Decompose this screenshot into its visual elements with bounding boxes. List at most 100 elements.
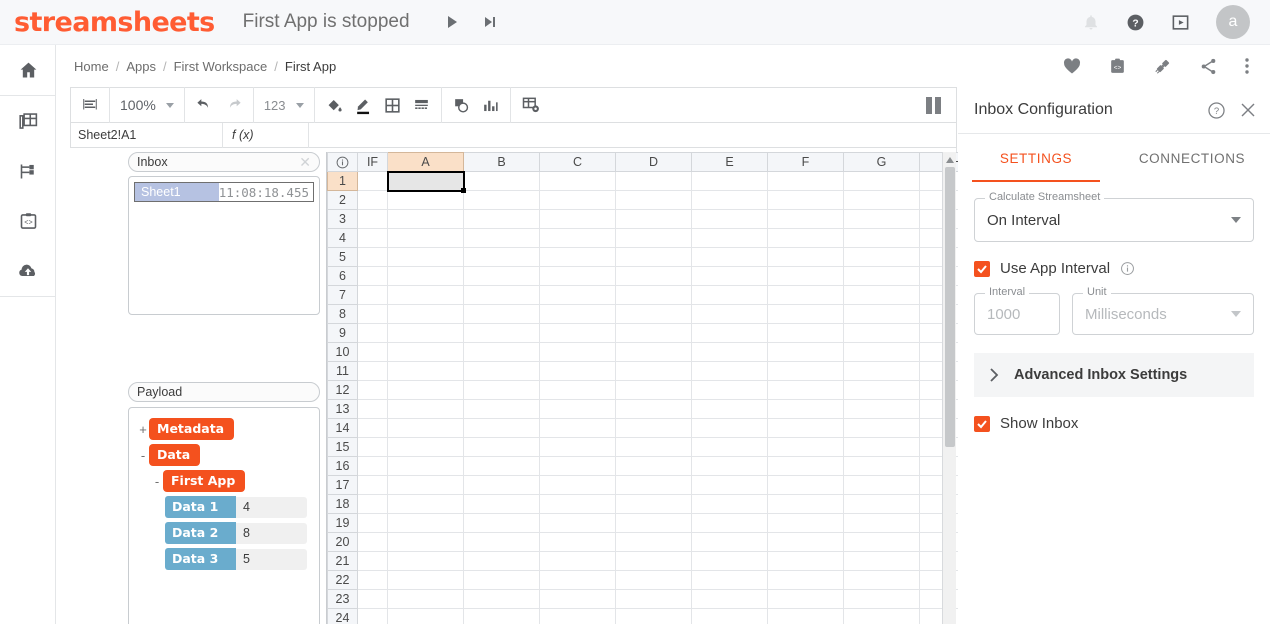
cell-IF9[interactable] xyxy=(357,323,388,343)
cell-G5[interactable] xyxy=(843,247,920,267)
cell-C1[interactable] xyxy=(539,171,616,191)
sidebar-item-code[interactable]: <> xyxy=(0,196,56,246)
cell-E9[interactable] xyxy=(691,323,768,343)
redo-icon[interactable] xyxy=(224,96,243,115)
cell-E4[interactable] xyxy=(691,228,768,248)
row-header-23[interactable]: 23 xyxy=(327,589,358,609)
cell-B21[interactable] xyxy=(463,551,540,571)
cell-D12[interactable] xyxy=(615,380,692,400)
row-header-19[interactable]: 19 xyxy=(327,513,358,533)
cell-G12[interactable] xyxy=(843,380,920,400)
cell-A18[interactable] xyxy=(387,494,464,514)
cell-A6[interactable] xyxy=(387,266,464,286)
code-clipboard-icon[interactable]: <> xyxy=(1108,57,1127,76)
calculate-streamsheet-select[interactable]: Calculate Streamsheet On Interval xyxy=(974,191,1254,242)
scroll-up-arrow-icon[interactable] xyxy=(943,152,957,167)
row-header-14[interactable]: 14 xyxy=(327,418,358,438)
cell-E21[interactable] xyxy=(691,551,768,571)
cell-D3[interactable] xyxy=(615,209,692,229)
cell-C23[interactable] xyxy=(539,589,616,609)
chevron-down-icon[interactable] xyxy=(1231,311,1241,317)
cell-G18[interactable] xyxy=(843,494,920,514)
row-header-13[interactable]: 13 xyxy=(327,399,358,419)
cell-F20[interactable] xyxy=(767,532,844,552)
tree-node-first-app[interactable]: - First App xyxy=(129,468,319,494)
play-icon[interactable] xyxy=(444,14,460,30)
cell-IF5[interactable] xyxy=(357,247,388,267)
bell-icon[interactable] xyxy=(1082,13,1100,31)
cell-IF6[interactable] xyxy=(357,266,388,286)
cell-IF17[interactable] xyxy=(357,475,388,495)
cell-F5[interactable] xyxy=(767,247,844,267)
cell-G23[interactable] xyxy=(843,589,920,609)
cell-D2[interactable] xyxy=(615,190,692,210)
cell-G17[interactable] xyxy=(843,475,920,495)
cell-D13[interactable] xyxy=(615,399,692,419)
insert-chart-icon[interactable] xyxy=(481,96,500,115)
cell-F24[interactable] xyxy=(767,608,844,624)
cell-B19[interactable] xyxy=(463,513,540,533)
avatar[interactable]: a xyxy=(1216,5,1250,39)
cell-F22[interactable] xyxy=(767,570,844,590)
cell-IF20[interactable] xyxy=(357,532,388,552)
row-header-4[interactable]: 4 xyxy=(327,228,358,248)
cell-B17[interactable] xyxy=(463,475,540,495)
chevron-down-icon[interactable] xyxy=(1231,217,1241,223)
cell-E13[interactable] xyxy=(691,399,768,419)
cell-D7[interactable] xyxy=(615,285,692,305)
column-header-b[interactable]: B xyxy=(463,152,540,172)
cell-D1[interactable] xyxy=(615,171,692,191)
cell-A17[interactable] xyxy=(387,475,464,495)
cell-F10[interactable] xyxy=(767,342,844,362)
cell-A16[interactable] xyxy=(387,456,464,476)
cell-E7[interactable] xyxy=(691,285,768,305)
cell-IF22[interactable] xyxy=(357,570,388,590)
show-inbox-row[interactable]: Show Inbox xyxy=(974,415,1254,432)
row-header-11[interactable]: 11 xyxy=(327,361,358,381)
cell-B5[interactable] xyxy=(463,247,540,267)
cell-A7[interactable] xyxy=(387,285,464,305)
cell-G6[interactable] xyxy=(843,266,920,286)
column-header-f[interactable]: F xyxy=(767,152,844,172)
cell-E10[interactable] xyxy=(691,342,768,362)
cell-E14[interactable] xyxy=(691,418,768,438)
cell-F1[interactable] xyxy=(767,171,844,191)
sidebar-item-streams[interactable] xyxy=(0,146,56,196)
cell-F9[interactable] xyxy=(767,323,844,343)
cell-E8[interactable] xyxy=(691,304,768,324)
cell-C16[interactable] xyxy=(539,456,616,476)
cell-F6[interactable] xyxy=(767,266,844,286)
tree-toggle-icon[interactable]: + xyxy=(137,422,149,437)
cell-IF13[interactable] xyxy=(357,399,388,419)
row-header-10[interactable]: 10 xyxy=(327,342,358,362)
cell-F19[interactable] xyxy=(767,513,844,533)
cell-C20[interactable] xyxy=(539,532,616,552)
cell-A23[interactable] xyxy=(387,589,464,609)
cell-E20[interactable] xyxy=(691,532,768,552)
cell-D10[interactable] xyxy=(615,342,692,362)
cell-B23[interactable] xyxy=(463,589,540,609)
help-icon[interactable]: ? xyxy=(1126,13,1145,32)
cell-B24[interactable] xyxy=(463,608,540,624)
cell-A10[interactable] xyxy=(387,342,464,362)
use-app-interval-checkbox[interactable] xyxy=(974,260,990,277)
inbox-message-list[interactable]: Sheet1 11:08:18.455 xyxy=(128,176,320,315)
row-header-1[interactable]: 1 xyxy=(327,171,358,191)
cell-C18[interactable] xyxy=(539,494,616,514)
cell-F13[interactable] xyxy=(767,399,844,419)
cell-B9[interactable] xyxy=(463,323,540,343)
cell-B11[interactable] xyxy=(463,361,540,381)
breadcrumb-item-home[interactable]: Home xyxy=(74,59,109,74)
row-header-8[interactable]: 8 xyxy=(327,304,358,324)
cell-F11[interactable] xyxy=(767,361,844,381)
format-lines-icon[interactable] xyxy=(81,96,99,114)
cell-D19[interactable] xyxy=(615,513,692,533)
fill-color-icon[interactable] xyxy=(325,96,344,115)
cell-E24[interactable] xyxy=(691,608,768,624)
cell-G9[interactable] xyxy=(843,323,920,343)
chevron-down-icon[interactable] xyxy=(165,102,174,108)
cell-B3[interactable] xyxy=(463,209,540,229)
breadcrumb-item-workspace[interactable]: First Workspace xyxy=(174,59,268,74)
row-header-9[interactable]: 9 xyxy=(327,323,358,343)
row-header-5[interactable]: 5 xyxy=(327,247,358,267)
